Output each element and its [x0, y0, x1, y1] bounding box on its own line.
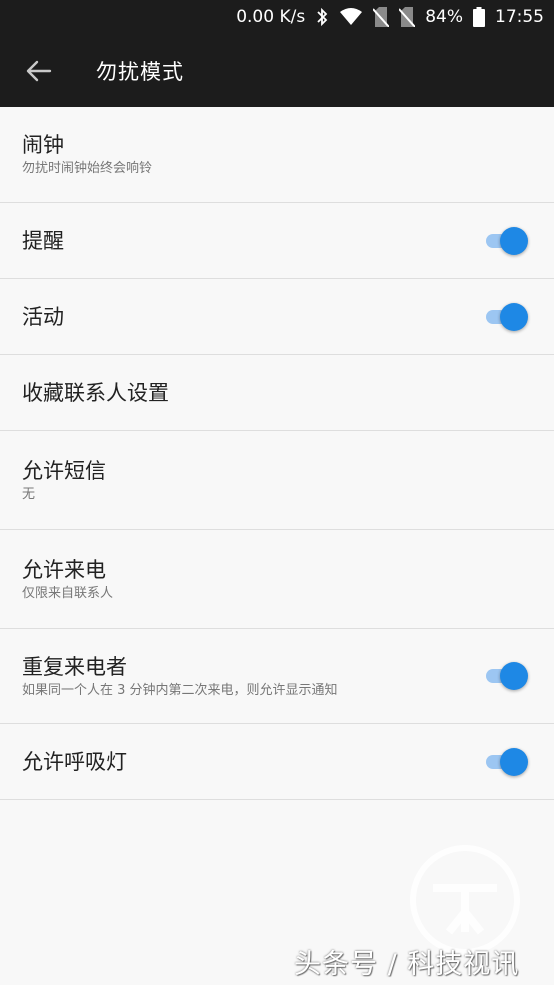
setting-subtitle: 仅限来自联系人 [22, 585, 114, 601]
setting-reminders[interactable]: 提醒 [0, 203, 554, 279]
setting-subtitle: 勿扰时闹钟始终会响铃 [22, 161, 153, 176]
settings-list: 闹钟 勿扰时闹钟始终会响铃 提醒 活动 收藏联系人设置 允许短信 无 允许来电 … [0, 107, 554, 800]
setting-allow-calls[interactable]: 允许来电 仅限来自联系人 [0, 530, 554, 629]
setting-title: 允许来电 [22, 557, 106, 582]
setting-starred-contacts[interactable]: 收藏联系人设置 [0, 355, 554, 431]
setting-title: 重复来电者 [22, 654, 127, 679]
events-toggle[interactable] [484, 302, 528, 332]
no-sim-icon [373, 7, 390, 27]
setting-notification-light[interactable]: 允许呼吸灯 [0, 724, 554, 800]
setting-subtitle: 无 [22, 486, 36, 502]
bluetooth-icon [315, 7, 329, 27]
wifi-icon [339, 8, 363, 26]
setting-title: 闹钟 [22, 133, 64, 157]
setting-alarm[interactable]: 闹钟 勿扰时闹钟始终会响铃 [0, 107, 554, 203]
notification-light-toggle[interactable] [484, 747, 528, 777]
repeat-callers-toggle[interactable] [484, 661, 528, 691]
setting-events[interactable]: 活动 [0, 279, 554, 355]
setting-allow-messages[interactable]: 允许短信 无 [0, 431, 554, 530]
status-bar: 0.00 K/s 84% 17:55 [0, 0, 554, 34]
battery-level: 84% [425, 7, 463, 27]
setting-title: 允许短信 [22, 458, 106, 483]
setting-title: 提醒 [22, 228, 64, 253]
back-button[interactable] [24, 56, 54, 86]
network-speed: 0.00 K/s [236, 7, 306, 27]
setting-title: 活动 [22, 304, 64, 329]
setting-title: 允许呼吸灯 [22, 749, 127, 774]
page-title: 勿扰模式 [96, 59, 184, 84]
clock: 17:55 [495, 7, 544, 27]
no-sim-icon [399, 7, 416, 27]
setting-subtitle: 如果同一个人在 3 分钟内第二次来电，则允许显示通知 [22, 682, 338, 698]
battery-icon [473, 7, 485, 27]
arrow-left-icon [26, 60, 52, 81]
reminders-toggle[interactable] [484, 226, 528, 256]
setting-title: 收藏联系人设置 [22, 380, 169, 405]
setting-repeat-callers[interactable]: 重复来电者 如果同一个人在 3 分钟内第二次来电，则允许显示通知 [0, 629, 554, 724]
watermark-text: 头条号 / 科技视讯 [294, 949, 520, 980]
app-bar: 勿扰模式 [0, 34, 554, 107]
